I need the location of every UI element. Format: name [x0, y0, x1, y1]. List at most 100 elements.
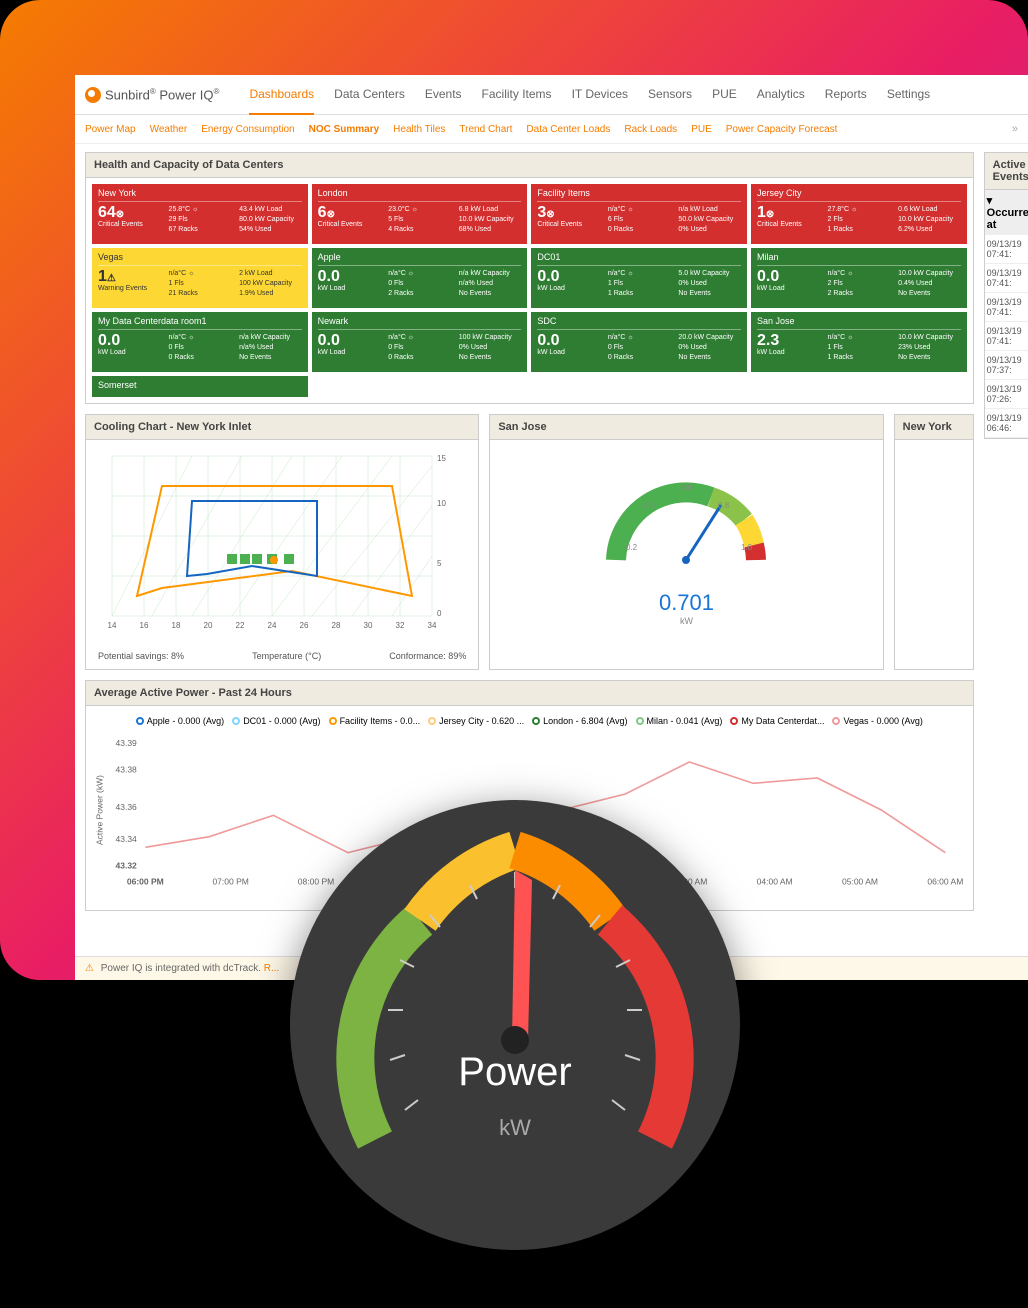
legend-item[interactable]: DC01 - 0.000 (Avg) — [232, 716, 320, 726]
sanjose-body: 0.4 0.6 0.8 1.0 0.2 0.701 kW — [490, 440, 882, 636]
health-panel: Health and Capacity of Data Centers New … — [85, 152, 974, 404]
subnav-dc-loads[interactable]: Data Center Loads — [526, 124, 610, 135]
legend-item[interactable]: London - 6.804 (Avg) — [532, 716, 627, 726]
subnav-forecast[interactable]: Power Capacity Forecast — [726, 124, 838, 135]
subnav-trend-chart[interactable]: Trend Chart — [459, 124, 512, 135]
subnav-noc-summary[interactable]: NOC Summary — [309, 124, 380, 135]
health-tile[interactable]: My Data Centerdata room10.0kW Loadn/a°C … — [92, 312, 308, 372]
big-gauge-svg — [290, 800, 740, 1250]
sanjose-header: San Jose — [490, 415, 882, 440]
nav-analytics[interactable]: Analytics — [757, 75, 805, 115]
cooling-panel-header: Cooling Chart - New York Inlet — [86, 415, 478, 440]
svg-text:06:00 PM: 06:00 PM — [127, 877, 164, 887]
nav-settings[interactable]: Settings — [887, 75, 930, 115]
svg-text:32: 32 — [396, 621, 405, 630]
health-tiles-grid: New York64⊗Critical Events25.8°C ☼29 Fls… — [92, 184, 967, 397]
footer-link[interactable]: R... — [264, 963, 280, 974]
active-events-panel: Active Events ▾ Occurred at 09/13/19 07:… — [984, 152, 1028, 439]
legend-item[interactable]: Facility Items - 0.0... — [329, 716, 421, 726]
event-row[interactable]: 09/13/19 07:26: — [985, 380, 1028, 409]
health-tile-somerset[interactable]: Somerset — [92, 376, 308, 397]
svg-text:43.34: 43.34 — [115, 834, 137, 844]
nav-data-centers[interactable]: Data Centers — [334, 75, 405, 115]
power-chart-header: Average Active Power - Past 24 Hours — [86, 681, 973, 706]
nav-sensors[interactable]: Sensors — [648, 75, 692, 115]
chart-row: Cooling Chart - New York Inlet — [85, 414, 974, 680]
svg-text:0: 0 — [437, 609, 442, 618]
nav-it-devices[interactable]: IT Devices — [572, 75, 628, 115]
svg-text:1.0: 1.0 — [741, 543, 753, 552]
legend-item[interactable]: Apple - 0.000 (Avg) — [136, 716, 224, 726]
footer-text: Power IQ is integrated with dcTrack. — [101, 963, 261, 974]
event-row[interactable]: 09/13/19 07:37: — [985, 351, 1028, 380]
event-row[interactable]: 09/13/19 07:41: — [985, 293, 1028, 322]
health-panel-body: New York64⊗Critical Events25.8°C ☼29 Fls… — [86, 178, 973, 403]
health-tile[interactable]: San Jose2.3kW Loadn/a°C ☼1 Fls1 Racks10.… — [751, 312, 967, 372]
event-row[interactable]: 09/13/19 07:41: — [985, 264, 1028, 293]
topbar: Sunbird® Power IQ® Dashboards Data Cente… — [75, 75, 1028, 115]
nav-reports[interactable]: Reports — [825, 75, 867, 115]
legend-item[interactable]: Milan - 0.041 (Avg) — [636, 716, 723, 726]
svg-text:28: 28 — [332, 621, 341, 630]
legend-item[interactable]: Jersey City - 0.620 ... — [428, 716, 524, 726]
subnav-more-icon[interactable]: » — [1012, 123, 1018, 135]
subnav-rack-loads[interactable]: Rack Loads — [624, 124, 677, 135]
health-tile[interactable]: SDC0.0kW Loadn/a°C ☼0 Fls0 Racks20.0 kW … — [531, 312, 747, 372]
svg-text:30: 30 — [364, 621, 373, 630]
svg-text:5: 5 — [437, 559, 442, 568]
newyork-header: New York — [895, 415, 973, 440]
subnav-energy[interactable]: Energy Consumption — [201, 124, 294, 135]
svg-text:0.4: 0.4 — [644, 501, 656, 510]
nav-pue[interactable]: PUE — [712, 75, 737, 115]
svg-text:24: 24 — [268, 621, 277, 630]
subnav-weather[interactable]: Weather — [150, 124, 188, 135]
svg-text:Active Power (kW): Active Power (kW) — [95, 775, 105, 845]
svg-text:18: 18 — [172, 621, 181, 630]
event-row[interactable]: 09/13/19 06:46: — [985, 409, 1028, 438]
sanjose-value: 0.701 — [659, 590, 714, 616]
sanjose-gauge: 0.4 0.6 0.8 1.0 0.2 — [586, 450, 786, 590]
events-list: 09/13/19 07:41:09/13/19 07:41:09/13/19 0… — [985, 235, 1028, 438]
health-tile[interactable]: Milan0.0kW Loadn/a°C ☼2 Fls2 Racks10.0 k… — [751, 248, 967, 308]
legend-item[interactable]: My Data Centerdat... — [730, 716, 824, 726]
sanjose-panel: San Jose 0.4 0.6 0.8 1.0 — [489, 414, 883, 670]
svg-text:43.36: 43.36 — [115, 802, 137, 812]
cooling-panel-body: 141618 202224 262830 3234 05 1015 — [86, 440, 478, 669]
side-column: Active Events ▾ Occurred at 09/13/19 07:… — [984, 152, 1028, 921]
newyork-panel: New York — [894, 414, 974, 670]
health-tile[interactable]: London6⊗Critical Events23.0°C ☼5 Fls4 Ra… — [312, 184, 528, 244]
event-row[interactable]: 09/13/19 07:41: — [985, 322, 1028, 351]
subnav-power-map[interactable]: Power Map — [85, 124, 136, 135]
big-power-gauge: Power kW — [290, 800, 740, 1250]
health-tile[interactable]: Jersey City1⊗Critical Events27.8°C ☼2 Fl… — [751, 184, 967, 244]
event-row[interactable]: 09/13/19 07:41: — [985, 235, 1028, 264]
svg-text:0.6: 0.6 — [681, 483, 693, 492]
nav-facility-items[interactable]: Facility Items — [482, 75, 552, 115]
subnav-health-tiles[interactable]: Health Tiles — [393, 124, 445, 135]
svg-text:20: 20 — [204, 621, 213, 630]
warning-icon: ⚠ — [85, 963, 94, 974]
health-tile[interactable]: Newark0.0kW Loadn/a°C ☼0 Fls0 Racks100 k… — [312, 312, 528, 372]
subnav-pue[interactable]: PUE — [691, 124, 712, 135]
cooling-xlabel: Temperature (°C) — [252, 651, 321, 661]
svg-text:43.38: 43.38 — [115, 765, 137, 775]
events-column-header[interactable]: ▾ Occurred at — [985, 190, 1028, 235]
svg-text:06:00 AM: 06:00 AM — [927, 877, 963, 887]
brand-text: Sunbird® Power IQ® — [105, 87, 219, 102]
svg-text:22: 22 — [236, 621, 245, 630]
svg-text:43.32: 43.32 — [115, 861, 137, 871]
health-tile[interactable]: Apple0.0kW Loadn/a°C ☼0 Fls2 Racksn/a kW… — [312, 248, 528, 308]
svg-text:0.2: 0.2 — [626, 543, 638, 552]
health-tile[interactable]: Vegas1⚠Warning Eventsn/a°C ☼1 Fls21 Rack… — [92, 248, 308, 308]
health-panel-header: Health and Capacity of Data Centers — [86, 153, 973, 178]
health-tile[interactable]: Facility Items3⊗Critical Eventsn/a°C ☼6 … — [531, 184, 747, 244]
svg-text:26: 26 — [300, 621, 309, 630]
cooling-chart-svg: 141618 202224 262830 3234 05 1015 — [92, 446, 452, 646]
nav-dashboards[interactable]: Dashboards — [249, 75, 314, 115]
health-tile[interactable]: DC010.0kW Loadn/a°C ☼1 Fls1 Racks5.0 kW … — [531, 248, 747, 308]
legend-item[interactable]: Vegas - 0.000 (Avg) — [832, 716, 922, 726]
svg-text:0.8: 0.8 — [718, 501, 730, 510]
health-tile[interactable]: New York64⊗Critical Events25.8°C ☼29 Fls… — [92, 184, 308, 244]
svg-text:05:00 AM: 05:00 AM — [842, 877, 878, 887]
nav-events[interactable]: Events — [425, 75, 462, 115]
